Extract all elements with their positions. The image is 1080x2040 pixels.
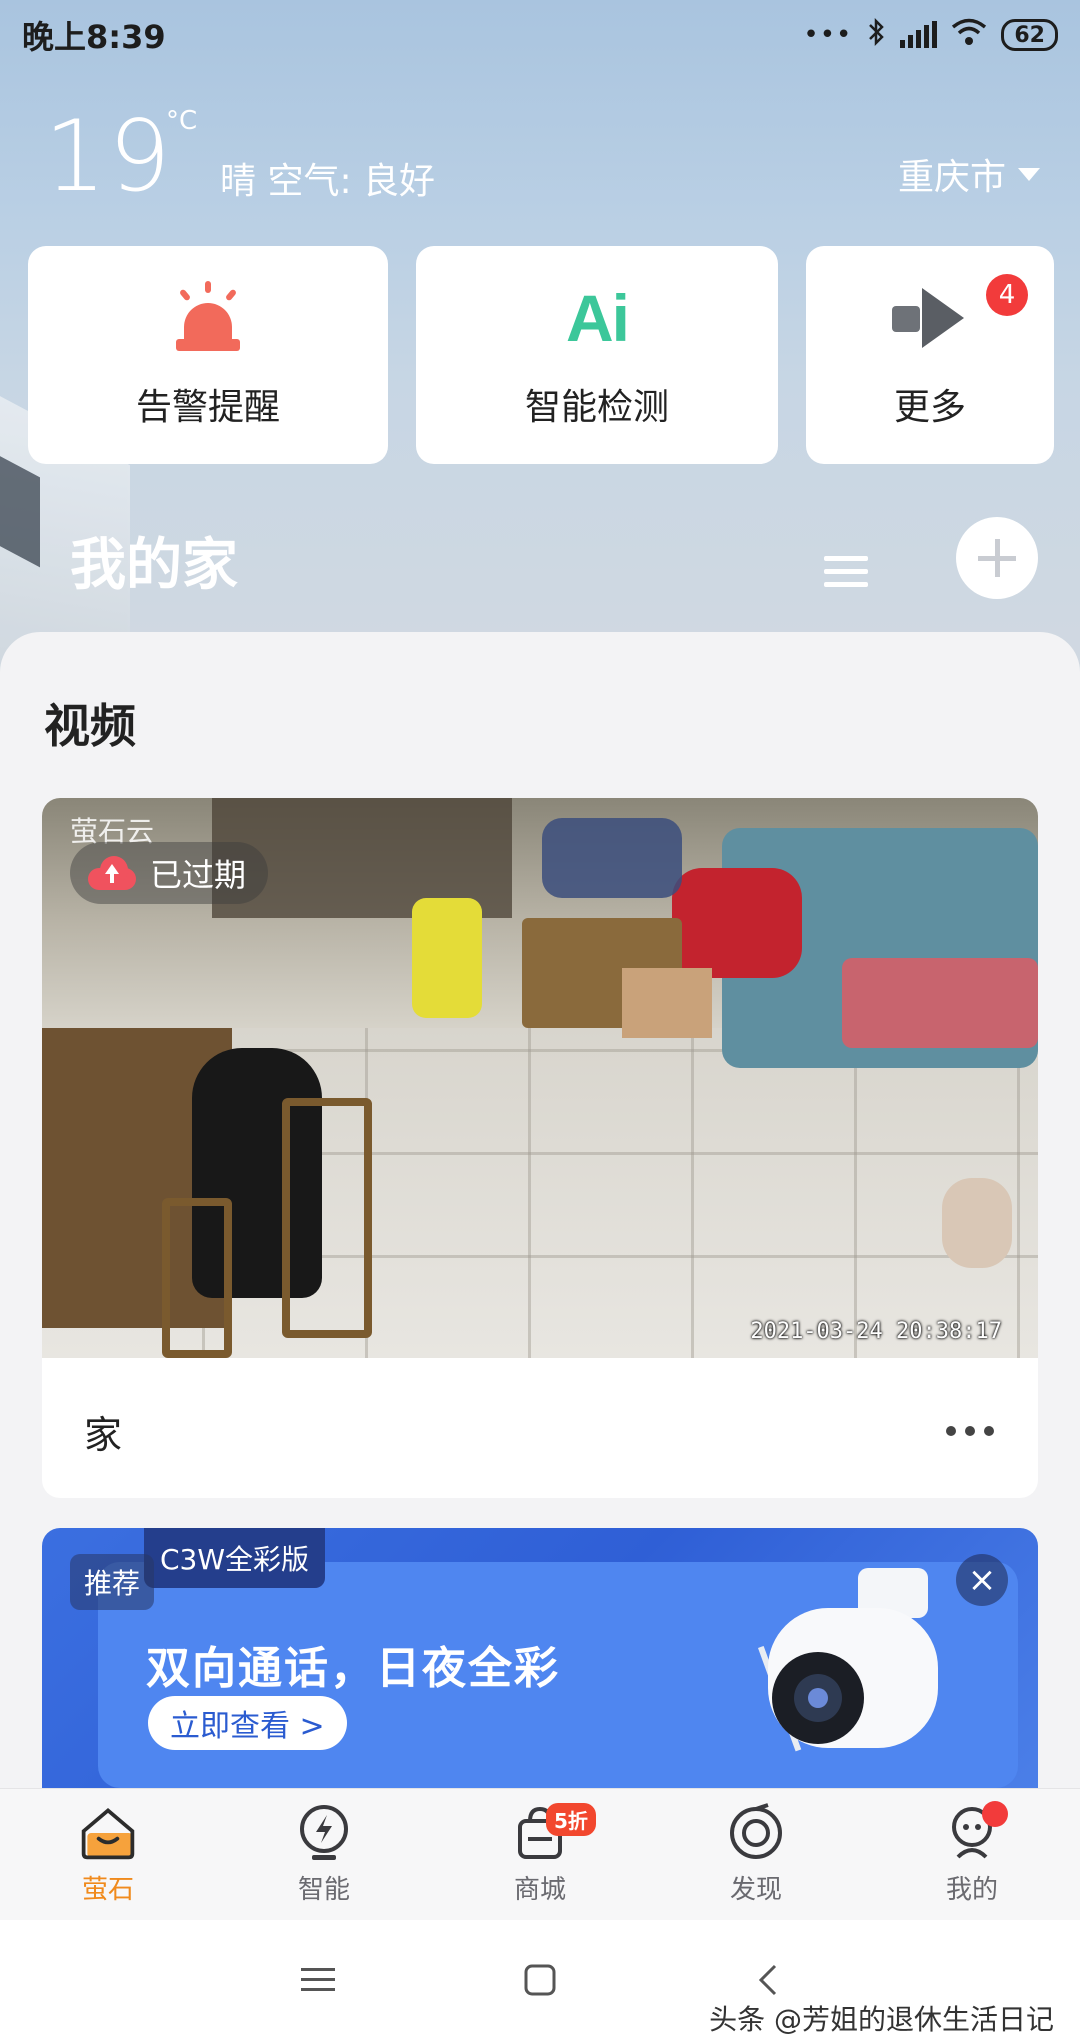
weather-description: 晴 空气: 良好	[220, 161, 436, 202]
menu-icon[interactable]	[824, 556, 868, 595]
chair-shape	[282, 1098, 372, 1338]
home-house-icon	[78, 1803, 138, 1863]
chair-shape	[162, 1198, 232, 1358]
chevron-down-icon	[1018, 167, 1040, 181]
watermark: 头条 @芳姐的退休生活日记	[709, 2003, 1054, 2036]
view-now-button[interactable]: 立即查看 >	[148, 1696, 347, 1750]
recent-apps-icon[interactable]	[296, 1958, 340, 2002]
alarm-siren-icon	[176, 281, 240, 351]
close-icon[interactable]: ×	[956, 1554, 1008, 1606]
fruit-bag-shape	[942, 1178, 1012, 1268]
status-time: 晚上8:39	[22, 18, 166, 56]
signal-icon	[900, 21, 938, 48]
tab-discover[interactable]: 发现	[648, 1789, 864, 1920]
tab-profile[interactable]: 我的	[864, 1789, 1080, 1920]
discover-icon	[726, 1803, 786, 1863]
bluetooth-icon	[866, 17, 886, 54]
blanket-shape	[842, 958, 1038, 1048]
more-options-icon[interactable]	[946, 1426, 994, 1436]
bottom-nav: 萤石 智能 5折 商城 发现 我的	[0, 1788, 1080, 1920]
lightning-icon	[294, 1803, 354, 1863]
tab-smart[interactable]: 智能	[216, 1789, 432, 1920]
discount-badge: 5折	[546, 1803, 596, 1836]
notification-badge: 4	[986, 274, 1028, 316]
nav-label: 智能	[297, 1875, 350, 1905]
add-device-button[interactable]	[956, 517, 1038, 599]
notification-dot	[982, 1801, 1008, 1827]
promo-headline: 双向通话，日夜全彩	[146, 1643, 560, 1694]
camera-name: 家	[84, 1413, 123, 1457]
temperature: 19	[44, 100, 173, 214]
clothes-shape	[542, 818, 682, 898]
camera-timestamp: 2021-03-24 20:38:17	[750, 1319, 1002, 1344]
section-title: 视频	[44, 699, 136, 753]
quick-action-label: 智能检测	[524, 387, 669, 428]
tab-store[interactable]: 5折 商城	[432, 1789, 648, 1920]
tab-home[interactable]: 萤石	[0, 1789, 216, 1920]
boxes-shape	[622, 968, 712, 1038]
more-arrow-icon	[892, 288, 968, 348]
nav-label: 我的	[945, 1875, 998, 1905]
promo-ribbon: C3W全彩版	[144, 1528, 326, 1588]
home-button-icon[interactable]	[518, 1958, 562, 2002]
status-icons: ••• 62	[803, 17, 1058, 54]
promo-banner[interactable]: C3W全彩版 推荐 双向通话，日夜全彩 立即查看 > ×	[42, 1528, 1038, 1788]
ai-icon: Ai	[566, 281, 630, 355]
security-camera-image	[758, 1568, 938, 1752]
city-selector[interactable]: 重庆市	[898, 148, 1040, 200]
recommend-tag: 推荐	[70, 1554, 155, 1610]
quick-action-label: 告警提醒	[135, 387, 280, 428]
status-bar: 晚上8:39 ••• 62	[0, 0, 1080, 70]
temperature-unit: °C	[166, 106, 198, 136]
nav-label: 发现	[729, 1875, 782, 1905]
home-title[interactable]: 我的家	[70, 520, 238, 601]
camera-card[interactable]: 萤石云 已过期 2021-03-24 20:38:17 家	[42, 798, 1038, 1498]
alarm-reminder-card[interactable]: 告警提醒	[28, 246, 388, 464]
expired-status: 已过期	[150, 856, 247, 894]
cloud-expired-badge[interactable]: 已过期	[70, 842, 269, 904]
battery-indicator: 62	[1001, 19, 1058, 51]
more-card[interactable]: 更多 4	[806, 246, 1054, 464]
back-icon[interactable]	[746, 1958, 790, 2002]
quick-action-label: 更多	[893, 387, 966, 428]
nav-label: 萤石	[81, 1875, 134, 1905]
yellow-bucket-shape	[412, 898, 482, 1018]
cloud-upload-icon	[88, 856, 136, 890]
camera-preview[interactable]: 萤石云 已过期 2021-03-24 20:38:17	[42, 798, 1038, 1358]
red-clothes-shape	[672, 868, 802, 978]
city-name: 重庆市	[897, 157, 1006, 198]
wifi-icon	[951, 18, 987, 53]
more-dots-icon: •••	[803, 20, 853, 50]
nav-label: 商城	[513, 1875, 566, 1905]
smart-detection-card[interactable]: Ai 智能检测	[416, 246, 778, 464]
